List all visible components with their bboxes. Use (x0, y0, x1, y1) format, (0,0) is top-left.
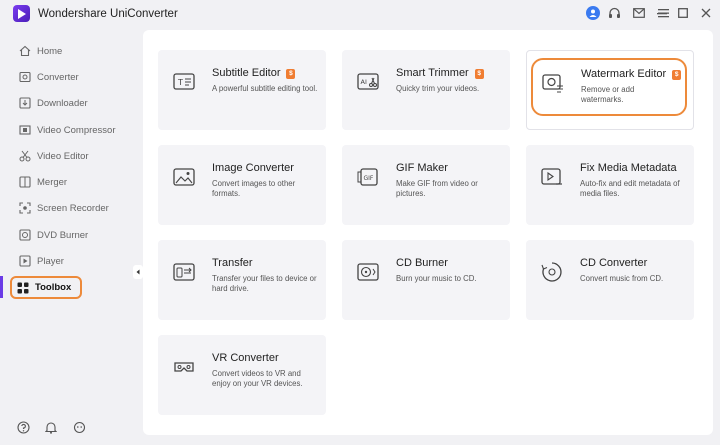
sidebar-item-label: Merger (37, 176, 68, 188)
tool-title: Subtitle Editor $ (212, 67, 296, 79)
sidebar-item-downloader[interactable]: Downloader (10, 92, 135, 114)
toolbox-panel: T Subtitle Editor $ A powerful subtitle e… (143, 30, 713, 435)
sidebar-item-label: Converter (37, 71, 79, 83)
sidebar-item-player[interactable]: Player (10, 250, 135, 272)
tool-description: Convert videos to VR and enjoy on your V… (212, 369, 303, 388)
sidebar-item-toolbox[interactable]: Toolbox (10, 276, 82, 299)
highlight-ring (531, 58, 687, 116)
image-icon (172, 165, 196, 189)
svg-text:AI: AI (361, 78, 367, 86)
transfer-icon (172, 260, 196, 284)
cd-converter-icon (540, 260, 564, 284)
tool-description: A powerful subtitle editing tool. (212, 84, 318, 93)
tool-title: VR Converter (212, 352, 279, 364)
tool-title: Image Converter (212, 162, 294, 174)
user-icon[interactable] (586, 6, 600, 20)
tool-card-cd-converter[interactable]: CD Converter Convert music from CD. (526, 240, 694, 320)
close-icon[interactable] (699, 6, 713, 20)
subtitle-icon: T (172, 70, 196, 94)
tool-title: Smart Trimmer $ (396, 67, 484, 79)
metadata-icon (540, 165, 564, 189)
vr-icon (172, 355, 196, 379)
premium-badge: $ (474, 69, 484, 79)
bell-icon[interactable] (44, 420, 58, 434)
tool-description: Transfer your files to device or hard dr… (212, 274, 317, 293)
title-bar: Wondershare UniConverter (0, 0, 720, 28)
sidebar-item-video-compressor[interactable]: Video Compressor (10, 119, 135, 141)
sidebar-item-label: Screen Recorder (37, 202, 109, 214)
scissors-icon (18, 149, 32, 163)
tool-title: CD Converter (580, 257, 648, 269)
tool-description: Auto-fix and edit metadata of media file… (580, 179, 680, 198)
app-logo-icon (13, 5, 30, 22)
tool-title: Fix Media Metadata (580, 162, 677, 174)
headset-icon[interactable] (607, 6, 621, 20)
trimmer-icon: AI (356, 70, 380, 94)
player-icon (18, 254, 32, 268)
svg-text:GIF: GIF (364, 175, 374, 182)
collapse-sidebar-button[interactable] (133, 265, 143, 279)
sidebar: Home Converter Downloader Video Compress… (0, 36, 143, 445)
mail-icon[interactable] (632, 6, 646, 20)
maximize-icon[interactable] (676, 6, 690, 20)
tool-card-transfer[interactable]: Transfer Transfer your files to device o… (158, 240, 326, 320)
minimize-icon[interactable] (655, 6, 669, 20)
feedback-icon[interactable] (72, 420, 86, 434)
tool-card-vr-converter[interactable]: VR Converter Convert videos to VR and en… (158, 335, 326, 415)
chevron-left-icon (136, 269, 140, 275)
active-indicator (0, 276, 3, 298)
premium-badge: $ (286, 69, 296, 79)
help-icon[interactable] (16, 420, 30, 434)
tool-title: Transfer (212, 257, 253, 269)
sidebar-item-merger[interactable]: Merger (10, 171, 135, 193)
sidebar-item-label: DVD Burner (37, 229, 89, 241)
grid-icon (16, 281, 30, 295)
tool-description: Quicky trim your videos. (396, 84, 480, 93)
sidebar-item-dvd-burner[interactable]: DVD Burner (10, 224, 135, 246)
gif-icon: GIF (356, 165, 380, 189)
tool-card-image-converter[interactable]: Image Converter Convert images to other … (158, 145, 326, 225)
svg-text:T: T (177, 78, 183, 87)
sidebar-bottom-icons (16, 420, 86, 434)
home-icon (18, 44, 32, 58)
sidebar-item-home[interactable]: Home (10, 40, 135, 62)
tool-card-subtitle-editor[interactable]: T Subtitle Editor $ A powerful subtitle e… (158, 50, 326, 130)
sidebar-item-label: Video Compressor (37, 124, 116, 136)
tool-description: Convert images to other formats. (212, 179, 296, 198)
tool-title: CD Burner (396, 257, 448, 269)
compressor-icon (18, 123, 32, 137)
sidebar-item-label: Video Editor (37, 150, 89, 162)
converter-icon (18, 70, 32, 84)
tool-card-gif-maker[interactable]: GIF GIF Maker Make GIF from video or pic… (342, 145, 510, 225)
sidebar-item-label: Downloader (37, 97, 88, 109)
sidebar-item-label: Home (37, 45, 63, 57)
tool-card-fix-media-metadata[interactable]: Fix Media Metadata Auto-fix and edit met… (526, 145, 694, 225)
sidebar-item-screen-recorder[interactable]: Screen Recorder (10, 197, 135, 219)
merger-icon (18, 175, 32, 189)
tool-card-smart-trimmer[interactable]: AI Smart Trimmer $ Quicky trim your video… (342, 50, 510, 130)
tool-description: Convert music from CD. (580, 274, 664, 283)
sidebar-item-label: Toolbox (35, 282, 72, 293)
tool-card-cd-burner[interactable]: CD Burner Burn your music to CD. (342, 240, 510, 320)
sidebar-item-video-editor[interactable]: Video Editor (10, 145, 135, 167)
sidebar-item-label: Player (37, 255, 64, 267)
tool-title: GIF Maker (396, 162, 448, 174)
screen-recorder-icon (18, 201, 32, 215)
downloader-icon (18, 96, 32, 110)
app-title: Wondershare UniConverter (38, 8, 178, 20)
dvd-icon (18, 228, 32, 242)
sidebar-item-converter[interactable]: Converter (10, 66, 135, 88)
tool-description: Make GIF from video or pictures. (396, 179, 478, 198)
tool-description: Burn your music to CD. (396, 274, 477, 283)
cd-burner-icon (356, 260, 380, 284)
